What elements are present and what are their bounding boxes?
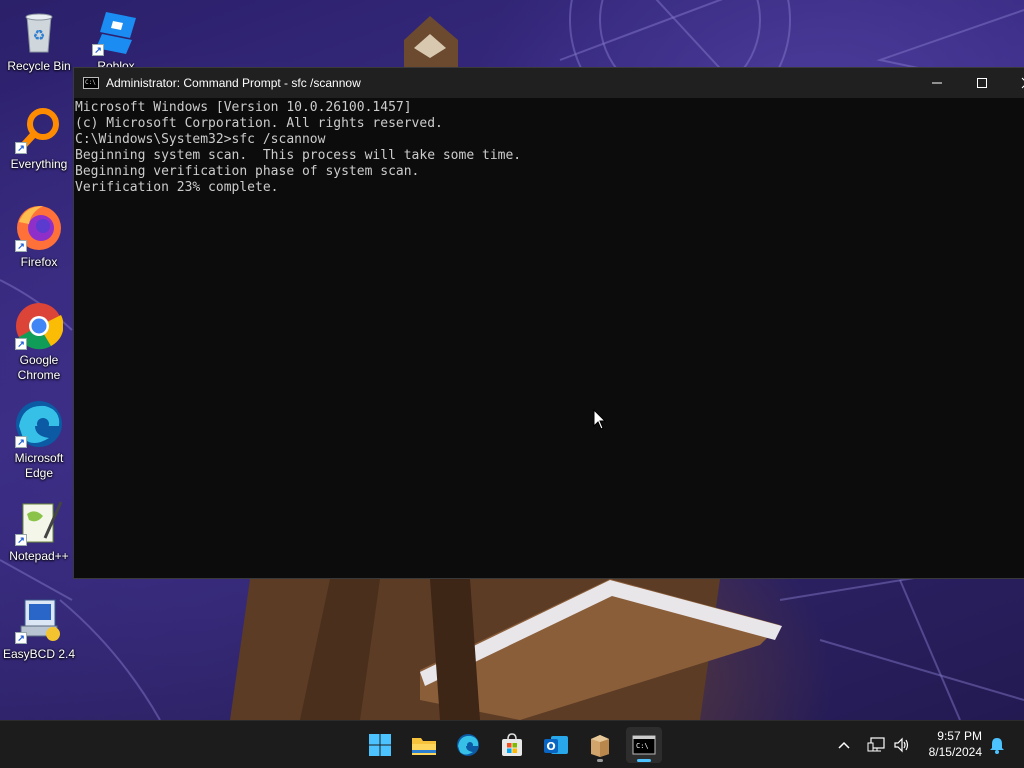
minimize-button[interactable]: [914, 68, 960, 98]
terminal-icon: C:\: [632, 735, 656, 755]
console-line: Microsoft Windows [Version 10.0.26100.14…: [75, 100, 412, 115]
store-icon: [502, 733, 522, 756]
maximize-button[interactable]: [959, 68, 1005, 98]
shortcut-arrow-icon: ↗: [15, 632, 27, 644]
chrome-icon: ↗: [15, 302, 64, 350]
shortcut-arrow-icon: ↗: [15, 436, 27, 448]
console-line: (c) Microsoft Corporation. All rights re…: [75, 116, 443, 131]
everything-search-icon: ↗: [15, 106, 63, 154]
easybcd-icon: ↗: [15, 596, 63, 644]
notepad-plus-plus-icon: ↗: [15, 498, 63, 546]
desktop-icon-notepad-plus-plus[interactable]: ↗ Notepad++: [2, 498, 76, 564]
svg-text:C:\: C:\: [636, 742, 649, 750]
desktop-icon-google-chrome[interactable]: ↗ Google Chrome: [2, 302, 76, 383]
window-titlebar[interactable]: C:\ Administrator: Command Prompt - sfc …: [74, 68, 1024, 98]
desktop-icon-label: Notepad++: [9, 549, 69, 563]
console-line: C:\Windows\System32>sfc /scannow: [75, 132, 326, 147]
desktop-icon-label: Firefox: [20, 255, 58, 269]
desktop-icon-label: Everything: [10, 157, 68, 171]
package-icon: [591, 735, 609, 757]
network-icon: [867, 737, 885, 752]
desktop-icon-recycle-bin[interactable]: ♻ Recycle Bin: [2, 8, 76, 74]
taskbar-command-prompt[interactable]: C:\: [626, 727, 662, 763]
chevron-up-icon: [838, 741, 850, 749]
roblox-studio-icon: ↗: [92, 8, 140, 56]
running-indicator: [597, 759, 603, 762]
shortcut-arrow-icon: ↗: [15, 142, 27, 154]
desktop-icon-label: Google Chrome: [17, 353, 61, 382]
shortcut-arrow-icon: ↗: [92, 44, 104, 56]
cmd-icon: C:\: [83, 77, 99, 89]
console-line: Beginning verification phase of system s…: [75, 164, 420, 179]
taskbar: O C:\ 9:57 PM 8/15/2024: [0, 720, 1024, 768]
shortcut-arrow-icon: ↗: [15, 240, 27, 252]
console-output[interactable]: Microsoft Windows [Version 10.0.26100.14…: [74, 98, 1024, 196]
shortcut-arrow-icon: ↗: [15, 534, 27, 546]
mouse-cursor-icon: [593, 409, 607, 430]
edge-icon: ↗: [15, 400, 63, 448]
taskbar-edge[interactable]: [450, 727, 486, 763]
taskbar-file-explorer[interactable]: [406, 727, 442, 763]
recycle-bin-icon: ♻: [15, 8, 63, 56]
maximize-icon: [977, 78, 987, 88]
notifications-button[interactable]: [984, 727, 1010, 763]
desktop-icon-microsoft-edge[interactable]: ↗ Microsoft Edge: [2, 400, 76, 481]
show-hidden-icons-button[interactable]: [829, 727, 859, 763]
edge-icon: [457, 734, 479, 756]
svg-text:O: O: [546, 740, 555, 753]
file-explorer-icon: [412, 738, 436, 755]
desktop-icon-firefox[interactable]: ↗ Firefox: [2, 204, 76, 270]
window-title: Administrator: Command Prompt - sfc /sca…: [106, 76, 361, 90]
start-button[interactable]: [362, 727, 398, 763]
svg-text:♻: ♻: [33, 28, 46, 44]
console-line: Beginning system scan. This process will…: [75, 148, 522, 163]
taskbar-microsoft-store[interactable]: [494, 727, 530, 763]
desktop-icon-everything[interactable]: ↗ Everything: [2, 106, 76, 172]
network-button[interactable]: [862, 727, 890, 763]
shortcut-arrow-icon: ↗: [15, 338, 27, 350]
start-icon: [369, 734, 391, 756]
bell-icon: [990, 738, 1004, 754]
clock-time: 9:57 PM: [937, 729, 982, 743]
console-line: Verification 23% complete.: [75, 180, 279, 195]
desktop-icon-label: EasyBCD 2.4: [2, 647, 76, 661]
outlook-icon: O: [544, 736, 568, 754]
clock-date: 8/15/2024: [928, 745, 982, 759]
active-indicator: [637, 759, 651, 762]
command-prompt-window[interactable]: C:\ Administrator: Command Prompt - sfc …: [73, 67, 1024, 579]
desktop: ♻ Recycle Bin ↗ Roblox Studio ↗ Everythi…: [0, 0, 1024, 720]
clock[interactable]: 9:57 PM 8/15/2024: [916, 729, 982, 759]
desktop-icon-label: Recycle Bin: [7, 59, 71, 73]
taskbar-package-app[interactable]: [582, 727, 618, 763]
desktop-icon-label: Microsoft Edge: [14, 451, 64, 480]
taskbar-outlook[interactable]: O: [538, 727, 574, 763]
minimize-icon: [932, 82, 942, 84]
firefox-icon: ↗: [15, 204, 63, 252]
speaker-icon: [894, 737, 909, 753]
close-button[interactable]: [1004, 68, 1024, 98]
desktop-icon-easybcd[interactable]: ↗ EasyBCD 2.4: [2, 596, 76, 662]
volume-button[interactable]: [888, 727, 916, 763]
